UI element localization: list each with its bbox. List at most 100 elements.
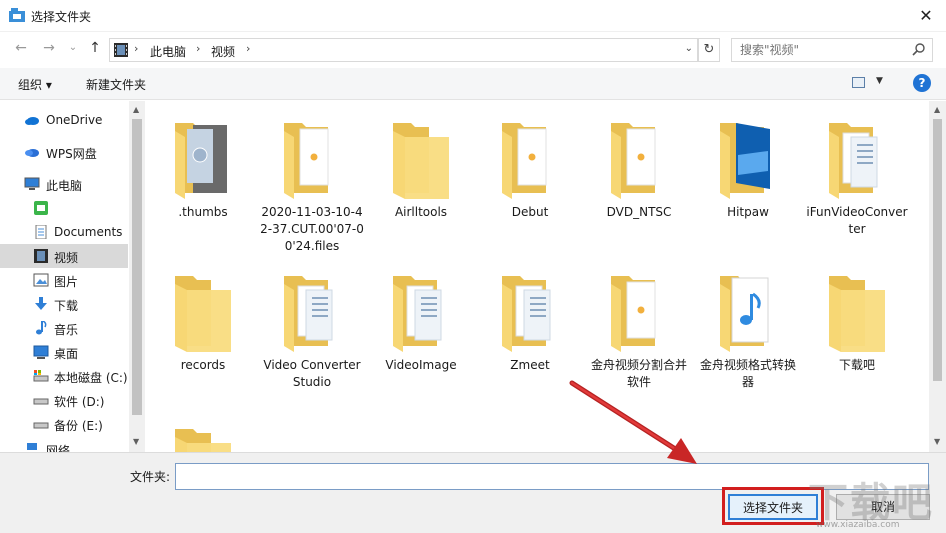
folder-item[interactable]: 金舟视频格式转换器 xyxy=(696,254,800,404)
folder-item[interactable]: VideoImage xyxy=(369,254,473,404)
help-icon[interactable]: ? xyxy=(913,74,931,92)
folder-icon xyxy=(175,276,231,352)
folder-item[interactable]: 金舟视频分割合并软件 xyxy=(587,254,691,404)
folder-icon xyxy=(829,123,878,199)
folder-name: Zmeet xyxy=(510,358,550,372)
folder-item[interactable]: Hitpaw xyxy=(696,101,800,251)
sidebar-item-this-pc[interactable]: 此电脑 xyxy=(0,172,128,196)
back-arrow-icon[interactable]: ← xyxy=(12,39,30,57)
search-box[interactable] xyxy=(731,38,933,62)
wps-cloud-icon xyxy=(25,149,39,157)
breadcrumb-separator: › xyxy=(196,42,201,55)
scroll-down-icon[interactable]: ▼ xyxy=(934,437,940,446)
view-mode-caret-icon[interactable]: ▼ xyxy=(876,76,883,86)
sidebar-item-green-app[interactable] xyxy=(0,196,128,220)
sidebar-item-label: 备份 (E:) xyxy=(54,419,103,433)
folder-item[interactable]: .thumbs xyxy=(151,101,255,251)
scroll-up-icon[interactable]: ▲ xyxy=(133,105,139,114)
folder-icon xyxy=(175,123,227,199)
breadcrumb-this-pc[interactable]: 此电脑 xyxy=(150,43,186,60)
folder-icon xyxy=(611,123,656,199)
scroll-up-icon[interactable]: ▲ xyxy=(934,105,940,114)
folder-item[interactable]: Zmeet xyxy=(478,254,582,404)
folder-item[interactable]: DVD_NTSC xyxy=(587,101,691,251)
search-input[interactable] xyxy=(732,39,908,61)
address-dropdown-icon[interactable]: ⌄ xyxy=(685,43,693,54)
content-scrollbar[interactable]: ▲ ▼ xyxy=(929,101,946,452)
folder-item[interactable]: records xyxy=(151,254,255,404)
computer-icon xyxy=(24,177,40,190)
music-icon xyxy=(36,321,47,335)
sidebar-item-desktop[interactable]: 桌面 xyxy=(0,340,128,364)
sidebar-item-onedrive[interactable]: OneDrive xyxy=(0,108,128,132)
address-row: ← → ⌄ ↑ › 此电脑 › 视频 › ⌄ ↻ xyxy=(0,33,946,65)
folder-icon xyxy=(502,276,551,352)
forward-arrow-icon[interactable]: → xyxy=(40,39,58,57)
folder-name: VideoImage xyxy=(385,358,457,372)
sidebar-item-videos[interactable]: 视频 xyxy=(0,244,128,268)
sidebar-item-drive-c[interactable]: 本地磁盘 (C:) xyxy=(0,364,128,388)
breadcrumb-separator: › xyxy=(134,42,139,55)
content-scroll-thumb[interactable] xyxy=(933,119,942,381)
folder-item[interactable]: 下载吧 xyxy=(805,254,909,404)
folder-icon xyxy=(829,276,885,352)
sidebar-item-network[interactable]: 网络 xyxy=(0,442,128,452)
desktop-icon xyxy=(33,345,49,359)
download-icon xyxy=(35,297,47,310)
sidebar-item-label: 音乐 xyxy=(54,323,79,337)
folder-name: iFunVideoConverter xyxy=(806,205,908,236)
new-folder-button[interactable]: 新建文件夹 xyxy=(86,76,146,93)
folder-name: .thumbs xyxy=(178,205,228,219)
folder-name: 金舟视频分割合并软件 xyxy=(590,358,687,389)
sidebar-item-drive-e[interactable]: 备份 (E:) xyxy=(0,412,128,436)
folder-name: 下载吧 xyxy=(838,358,875,372)
sidebar-item-label: 此电脑 xyxy=(46,179,83,193)
folder-name: 金舟视频格式转换器 xyxy=(699,358,796,389)
green-app-icon xyxy=(34,201,48,215)
search-icon[interactable] xyxy=(912,42,926,56)
folder-icon xyxy=(393,276,442,352)
folder-name: DVD_NTSC xyxy=(606,205,672,219)
folder-item[interactable]: Debut xyxy=(478,101,582,251)
scroll-down-icon[interactable]: ▼ xyxy=(133,437,139,446)
folder-item[interactable]: 2020-11-03-10-42-37.CUT.00'07-00'24.file… xyxy=(260,101,364,253)
sidebar-item-drive-d[interactable]: 软件 (D:) xyxy=(0,388,128,412)
sidebar-item-documents[interactable]: Documents xyxy=(0,220,128,244)
breadcrumb-videos[interactable]: 视频 xyxy=(211,43,235,60)
sidebar-item-label: 网络 xyxy=(46,444,71,452)
folder-icon xyxy=(502,123,547,199)
folder-icon xyxy=(611,276,656,352)
sidebar-item-label: 图片 xyxy=(54,275,79,289)
folder-name: Airlltools xyxy=(394,205,448,219)
folder-item[interactable]: Airlltools xyxy=(369,101,473,251)
sidebar-item-label: 本地磁盘 (C:) xyxy=(54,371,128,385)
close-icon[interactable]: ✕ xyxy=(912,2,940,30)
address-bar[interactable]: › 此电脑 › 视频 › ⌄ xyxy=(109,38,698,62)
recent-locations-chevron-icon[interactable]: ⌄ xyxy=(64,39,82,57)
sidebar-item-label: 桌面 xyxy=(54,347,79,361)
folder-item[interactable]: Video Converter Studio xyxy=(260,254,364,404)
sidebar-item-pictures[interactable]: 图片 xyxy=(0,268,128,292)
folder-view: .thumbs 2020-11-03-10-42-37.CUT.00'07-00'… xyxy=(146,101,929,452)
folder-icon xyxy=(175,429,231,452)
up-arrow-icon[interactable]: ↑ xyxy=(86,39,104,57)
folder-icon xyxy=(393,123,449,199)
refresh-icon[interactable]: ↻ xyxy=(698,38,720,62)
folder-icon xyxy=(284,276,333,352)
view-mode-icon[interactable] xyxy=(852,77,865,88)
sidebar-item-wps-cloud[interactable]: WPS网盘 xyxy=(0,140,128,164)
window-title: 选择文件夹 xyxy=(31,10,92,24)
sidebar-scroll-thumb[interactable] xyxy=(132,119,142,415)
video-icon xyxy=(34,249,48,263)
folder-item[interactable] xyxy=(151,407,255,452)
folder-item[interactable]: iFunVideoConverter xyxy=(805,101,909,251)
sidebar-item-music[interactable]: 音乐 xyxy=(0,316,128,340)
sidebar-item-label: OneDrive xyxy=(46,113,103,127)
sidebar-scrollbar[interactable]: ▲ ▼ xyxy=(129,101,145,452)
navigation-pane: OneDrive WPS网盘 此电脑 Documents 视频 图片 下载 音乐… xyxy=(0,101,145,452)
drive-d-icon xyxy=(33,398,49,405)
breadcrumb-separator: › xyxy=(246,42,251,55)
pictures-icon xyxy=(33,273,49,287)
sidebar-item-downloads[interactable]: 下载 xyxy=(0,292,128,316)
organize-menu-button[interactable]: 组织 ▾ xyxy=(18,76,52,93)
